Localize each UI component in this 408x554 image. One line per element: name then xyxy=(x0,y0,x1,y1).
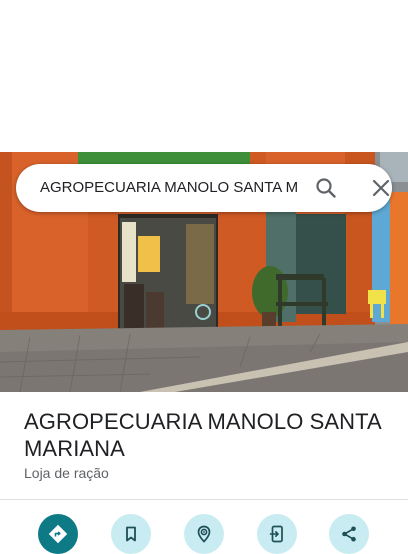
clear-search-button[interactable] xyxy=(369,176,393,200)
place-title: AGROPECUARIA MANOLO SANTA MARIANA xyxy=(24,409,381,461)
divider xyxy=(0,499,408,500)
save-button[interactable] xyxy=(111,514,151,554)
share-button[interactable] xyxy=(329,514,369,554)
directions-icon xyxy=(48,524,68,544)
close-icon xyxy=(372,179,390,197)
blank-header-area xyxy=(0,0,408,152)
place-category: Loja de ração xyxy=(24,465,109,481)
send-to-phone-button[interactable] xyxy=(257,514,297,554)
nearby-icon xyxy=(197,525,211,543)
search-button[interactable] xyxy=(314,176,338,200)
search-input[interactable]: AGROPECUARIA MANOLO SANTA M xyxy=(40,164,304,212)
bookmark-icon xyxy=(126,526,136,542)
search-icon xyxy=(316,178,336,198)
send-to-phone-icon xyxy=(269,525,283,543)
nearby-button[interactable] xyxy=(184,514,224,554)
share-icon xyxy=(342,526,356,542)
search-bar[interactable]: AGROPECUARIA MANOLO SANTA M xyxy=(16,164,392,212)
directions-button[interactable] xyxy=(38,514,78,554)
